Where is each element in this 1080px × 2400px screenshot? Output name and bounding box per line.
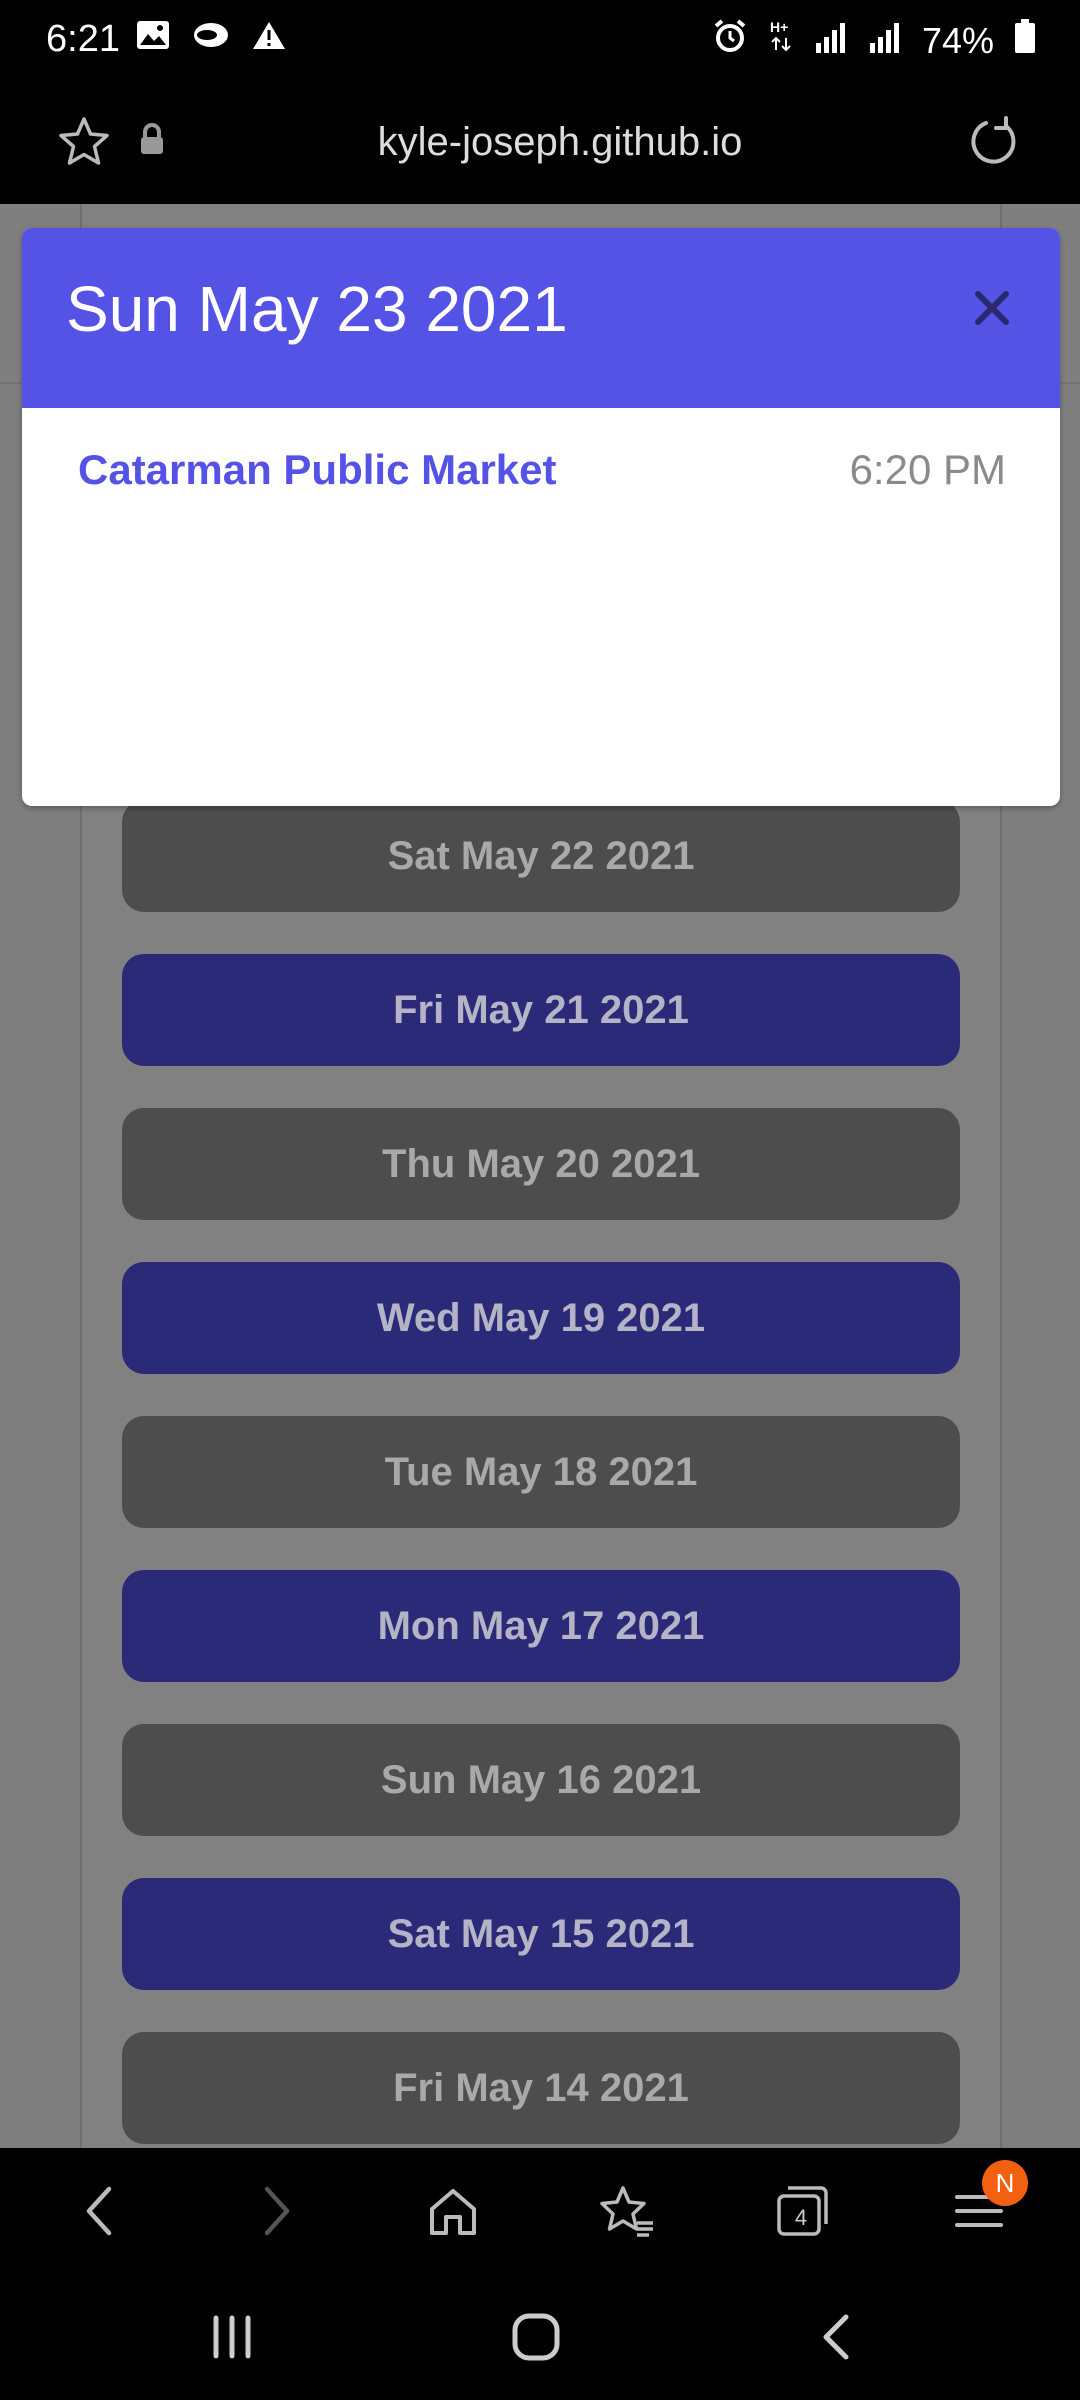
modal-header: Sun May 23 2021 (22, 228, 1060, 408)
hplus-data-icon: H+ (768, 18, 794, 63)
menu-button[interactable]: N (944, 2160, 1028, 2248)
close-icon (972, 288, 1012, 333)
forward-button[interactable] (242, 2178, 312, 2248)
day-events-modal: Sun May 23 2021 Catarman Public Market 6… (22, 228, 1060, 806)
date-list: Sat May 22 2021 Fri May 21 2021 Thu May 20… (122, 800, 960, 2144)
signal-icon (868, 20, 902, 62)
back-button[interactable] (64, 2178, 134, 2248)
battery-percent: 74% (921, 19, 994, 61)
home-nav-button[interactable] (496, 2304, 576, 2374)
date-button[interactable]: Sun May 16 2021 (122, 1724, 960, 1836)
event-time: 6:20 PM (849, 446, 1006, 493)
alarm-icon (712, 18, 748, 63)
event-name-link[interactable]: Catarman Public Market (78, 446, 557, 494)
image-icon (136, 20, 170, 55)
home-icon (425, 2183, 481, 2244)
recent-apps-button[interactable] (192, 2304, 272, 2374)
bookmarks-star-icon (597, 2183, 657, 2244)
tabs-button[interactable]: 4 (766, 2178, 836, 2248)
modal-title: Sun May 23 2021 (66, 273, 568, 345)
back-chevron-icon (816, 2309, 856, 2370)
status-time: 6:21 (46, 18, 120, 60)
date-button[interactable]: Fri May 21 2021 (122, 954, 960, 1066)
date-button[interactable]: Mon May 17 2021 (122, 1570, 960, 1682)
date-button[interactable]: Sat May 22 2021 (122, 800, 960, 912)
svg-text:H+: H+ (770, 19, 788, 35)
close-button[interactable] (962, 280, 1022, 340)
chevron-left-icon (79, 2183, 119, 2244)
status-bar: 6:21 H+ 74% (0, 0, 1080, 80)
tab-count: 4 (794, 2205, 808, 2230)
home-square-icon (508, 2309, 564, 2370)
date-button[interactable]: Wed May 19 2021 (122, 1262, 960, 1374)
recent-apps-icon (204, 2312, 260, 2367)
url-text[interactable]: kyle-joseph.github.io (0, 120, 1080, 165)
modal-body: Catarman Public Market 6:20 PM (22, 408, 1060, 806)
status-right: H+ 74% (712, 18, 1036, 63)
notification-icons (136, 20, 286, 55)
back-nav-button[interactable] (796, 2304, 876, 2374)
cloud-icon (192, 20, 230, 55)
date-button[interactable]: Sat May 15 2021 (122, 1878, 960, 1990)
event-row: Catarman Public Market 6:20 PM (78, 446, 1006, 494)
browser-url-bar: kyle-joseph.github.io (0, 80, 1080, 204)
browser-toolbar: 4 N (0, 2148, 1080, 2274)
date-button[interactable]: Fri May 14 2021 (122, 2032, 960, 2144)
warning-icon (252, 20, 286, 55)
date-button[interactable]: Thu May 20 2021 (122, 1108, 960, 1220)
battery-icon (1014, 18, 1036, 63)
notification-badge: N (982, 2160, 1028, 2206)
bookmarks-button[interactable] (592, 2178, 662, 2248)
chevron-right-icon (257, 2183, 297, 2244)
date-button[interactable]: Tue May 18 2021 (122, 1416, 960, 1528)
system-nav-bar (0, 2274, 1080, 2400)
reload-icon[interactable] (966, 114, 1022, 175)
home-button[interactable] (418, 2178, 488, 2248)
signal-icon (814, 20, 848, 62)
